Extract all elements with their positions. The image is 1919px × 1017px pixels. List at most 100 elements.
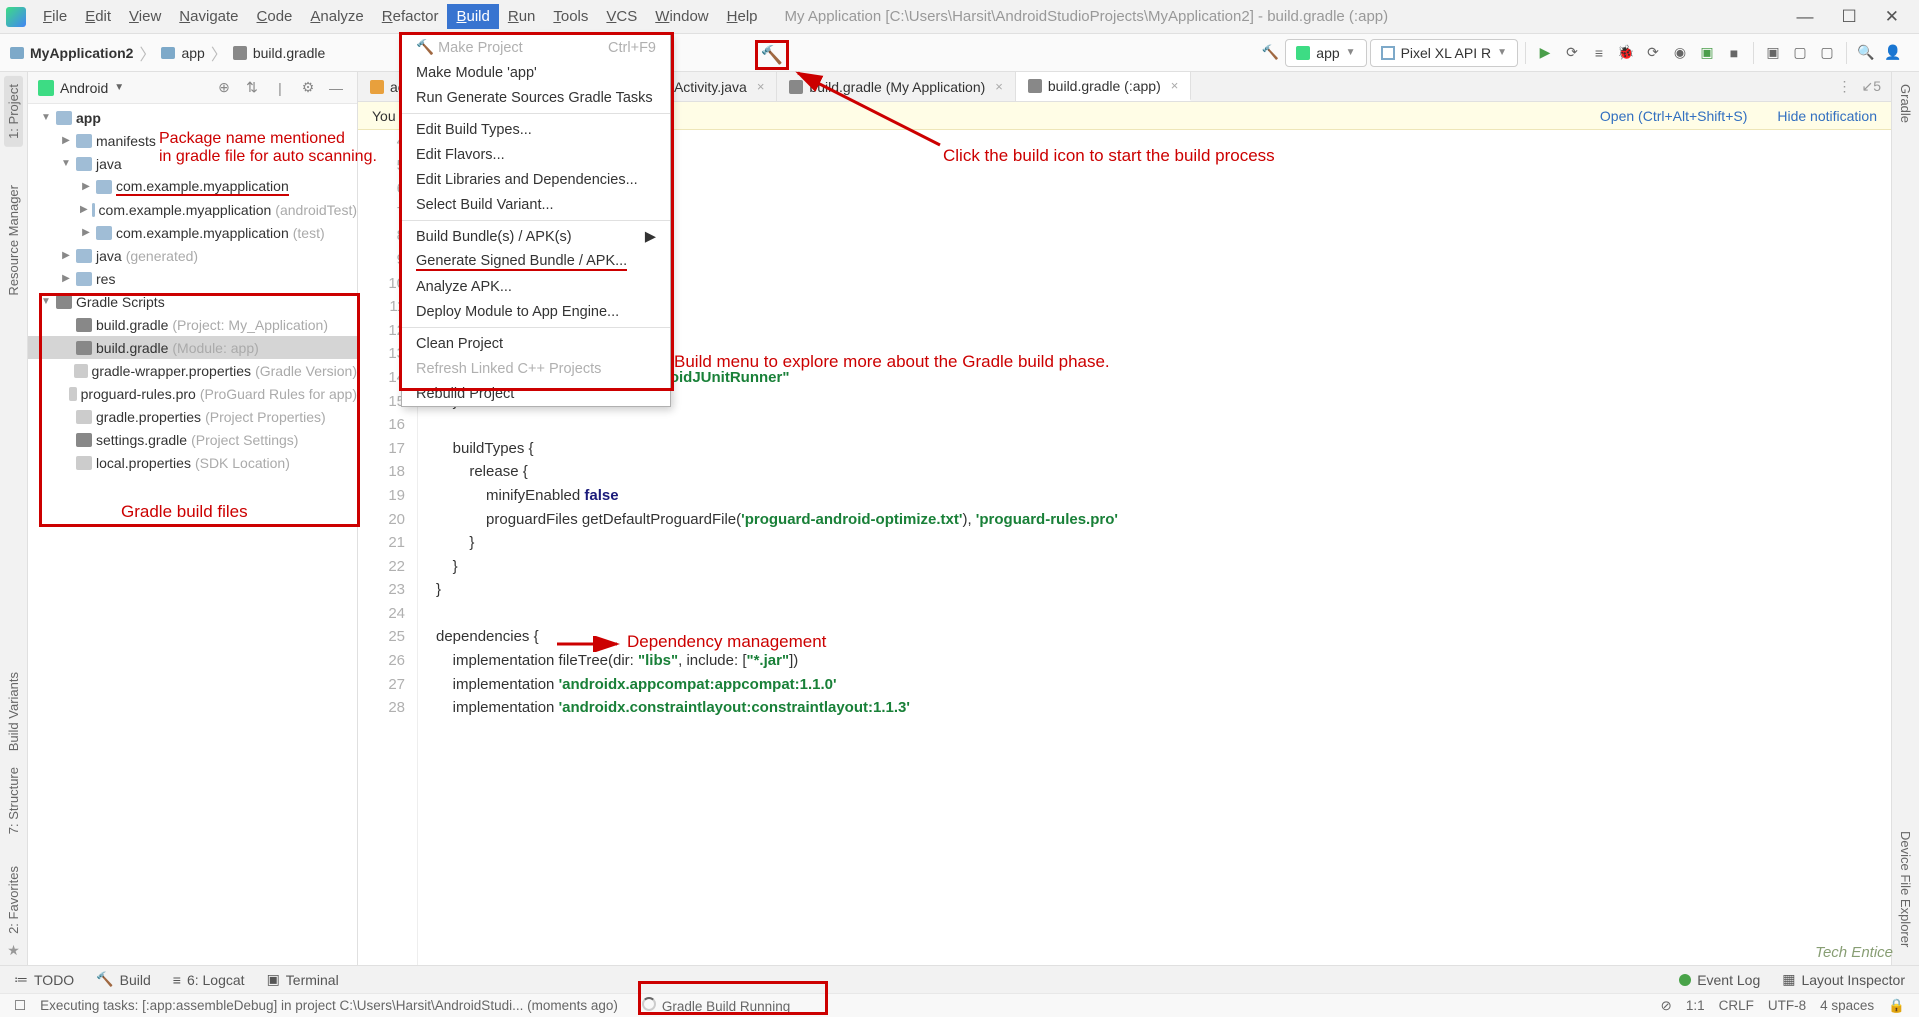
tree-node[interactable]: ▼java (28, 152, 357, 175)
menu-item[interactable]: Generate Signed Bundle / APK... (402, 249, 670, 274)
menu-item: 🔨 Make ProjectCtrl+F9 (402, 35, 670, 60)
tree-node[interactable]: ▶com.example.myapplication (androidTest) (28, 198, 357, 221)
tab-build-tool[interactable]: 🔨 Build (96, 971, 151, 988)
stop-icon[interactable]: ■ (1722, 41, 1746, 65)
crumb-app[interactable]: app (181, 45, 204, 61)
tree-node[interactable]: ▶com.example.myapplication (28, 175, 357, 198)
run-config-dropdown[interactable]: app▼ (1285, 39, 1366, 67)
tree-node[interactable]: local.properties (SDK Location) (28, 451, 357, 474)
tree-node[interactable]: settings.gradle (Project Settings) (28, 428, 357, 451)
sdk-icon[interactable]: ▢ (1788, 41, 1812, 65)
maximize-icon[interactable]: ☐ (1842, 7, 1857, 27)
menu-item[interactable]: Clean Project (402, 331, 670, 356)
menu-window[interactable]: Window (646, 4, 717, 29)
coverage-icon[interactable]: ⟳ (1641, 41, 1665, 65)
tab-build-variants[interactable]: Build Variants (4, 664, 23, 759)
tree-node[interactable]: ▶manifests (28, 129, 357, 152)
status-indent[interactable]: 4 spaces (1820, 998, 1874, 1013)
menu-refactor[interactable]: Refactor (373, 4, 448, 29)
status-pos: 1:1 (1686, 998, 1705, 1013)
avd-icon[interactable]: ▣ (1761, 41, 1785, 65)
tab-favorites[interactable]: 2: Favorites (4, 858, 23, 942)
menu-help[interactable]: Help (718, 4, 767, 29)
profile-icon[interactable]: ◉ (1668, 41, 1692, 65)
right-tool-strip: Gradle Device File Explorer (1891, 72, 1919, 965)
menu-item[interactable]: Edit Libraries and Dependencies... (402, 167, 670, 192)
tree-node[interactable]: ▼app (28, 106, 357, 129)
editor-tab[interactable]: build.gradle (My Application)× (777, 72, 1015, 101)
tab-gradle[interactable]: Gradle (1896, 76, 1915, 131)
tab-event-log[interactable]: Event Log (1679, 972, 1760, 988)
search-icon[interactable]: 🔍 (1854, 41, 1878, 65)
tree-node[interactable]: gradle.properties (Project Properties) (28, 405, 357, 428)
build-dropdown-menu[interactable]: 🔨 Make ProjectCtrl+F9Make Module 'app'Ru… (401, 34, 671, 407)
app-logo-icon (6, 7, 26, 27)
menu-build[interactable]: Build (447, 4, 498, 29)
menu-edit[interactable]: Edit (76, 4, 120, 29)
menu-run[interactable]: Run (499, 4, 545, 29)
crumb-file[interactable]: build.gradle (253, 45, 325, 61)
status-running: Gradle Build Running (662, 999, 790, 1014)
run-icon[interactable]: ▶ (1533, 41, 1557, 65)
tree-node[interactable]: build.gradle (Project: My_Application) (28, 313, 357, 336)
menu-item[interactable]: Analyze APK... (402, 274, 670, 299)
hammer-build-icon[interactable]: 🔨 (1258, 41, 1282, 65)
navbar: MyApplication2 〉 app 〉 build.gradle 🔨 ap… (0, 34, 1919, 72)
apply-changes-icon[interactable]: ⟳ (1560, 41, 1584, 65)
tree-node[interactable]: ▶res (28, 267, 357, 290)
apply-code-icon[interactable]: ≡ (1587, 41, 1611, 65)
menu-vcs[interactable]: VCS (597, 4, 646, 29)
menu-item[interactable]: Run Generate Sources Gradle Tasks (402, 85, 670, 110)
menu-view[interactable]: View (120, 4, 170, 29)
menu-item[interactable]: Select Build Variant... (402, 192, 670, 217)
device-dropdown[interactable]: Pixel XL API R▼ (1370, 39, 1518, 67)
sidebar-mode[interactable]: Android (60, 80, 108, 96)
bottom-toolbar: ≔ TODO 🔨 Build ≡ 6: Logcat ▣ Terminal Ev… (0, 965, 1919, 993)
tree-node[interactable]: ▶java (generated) (28, 244, 357, 267)
hint-open-link[interactable]: Open (Ctrl+Alt+Shift+S) (1600, 108, 1747, 124)
tree-node[interactable]: ▼Gradle Scripts (28, 290, 357, 313)
crumb-root[interactable]: MyApplication2 (30, 45, 133, 61)
star-icon: ★ (7, 942, 20, 965)
close-icon[interactable]: ✕ (1885, 7, 1899, 27)
collapse-icon[interactable]: — (325, 77, 347, 99)
sort-icon[interactable]: ⇅ (241, 77, 263, 99)
project-tree[interactable]: ▼app▶manifests▼java▶com.example.myapplic… (28, 104, 357, 965)
attach-icon[interactable]: ▣ (1695, 41, 1719, 65)
tab-todo[interactable]: ≔ TODO (14, 971, 74, 988)
menu-item[interactable]: Make Module 'app' (402, 60, 670, 85)
editor-tab[interactable]: build.gradle (:app)× (1016, 72, 1191, 101)
target-icon[interactable]: ⊕ (213, 77, 235, 99)
tree-node[interactable]: build.gradle (Module: app) (28, 336, 357, 359)
annotation-hammer-box: 🔨 (755, 40, 789, 70)
tree-node[interactable]: proguard-rules.pro (ProGuard Rules for a… (28, 382, 357, 405)
debug-icon[interactable]: 🐞 (1614, 41, 1638, 65)
tab-layout-inspector[interactable]: ▦ Layout Inspector (1782, 971, 1905, 988)
tab-logcat[interactable]: ≡ 6: Logcat (173, 972, 245, 988)
status-enc[interactable]: UTF-8 (1768, 998, 1806, 1013)
more-icon[interactable]: ▢ (1815, 41, 1839, 65)
tree-node[interactable]: gradle-wrapper.properties (Gradle Versio… (28, 359, 357, 382)
user-icon[interactable]: 👤 (1881, 41, 1905, 65)
menu-code[interactable]: Code (248, 4, 302, 29)
menu-analyze[interactable]: Analyze (301, 4, 372, 29)
menu-tools[interactable]: Tools (544, 4, 597, 29)
menu-item[interactable]: Edit Build Types... (402, 117, 670, 142)
tab-device-explorer[interactable]: Device File Explorer (1896, 823, 1915, 955)
menu-item[interactable]: Build Bundle(s) / APK(s)▶ (402, 224, 670, 249)
status-le[interactable]: CRLF (1719, 998, 1754, 1013)
menu-file[interactable]: File (34, 4, 76, 29)
tab-project[interactable]: 1: Project (4, 76, 23, 147)
tab-structure[interactable]: 7: Structure (4, 759, 23, 842)
tree-node[interactable]: ▶com.example.myapplication (test) (28, 221, 357, 244)
menu-navigate[interactable]: Navigate (170, 4, 247, 29)
tab-terminal[interactable]: ▣ Terminal (267, 971, 339, 988)
menu-item[interactable]: Deploy Module to App Engine... (402, 299, 670, 324)
minimize-icon[interactable]: — (1797, 7, 1814, 27)
menu-item[interactable]: Rebuild Project (402, 381, 670, 406)
menu-item[interactable]: Edit Flavors... (402, 142, 670, 167)
hint-hide-link[interactable]: Hide notification (1777, 108, 1877, 124)
divider-icon[interactable]: | (269, 77, 291, 99)
tab-resource-manager[interactable]: Resource Manager (4, 177, 23, 304)
gear-icon[interactable]: ⚙ (297, 77, 319, 99)
